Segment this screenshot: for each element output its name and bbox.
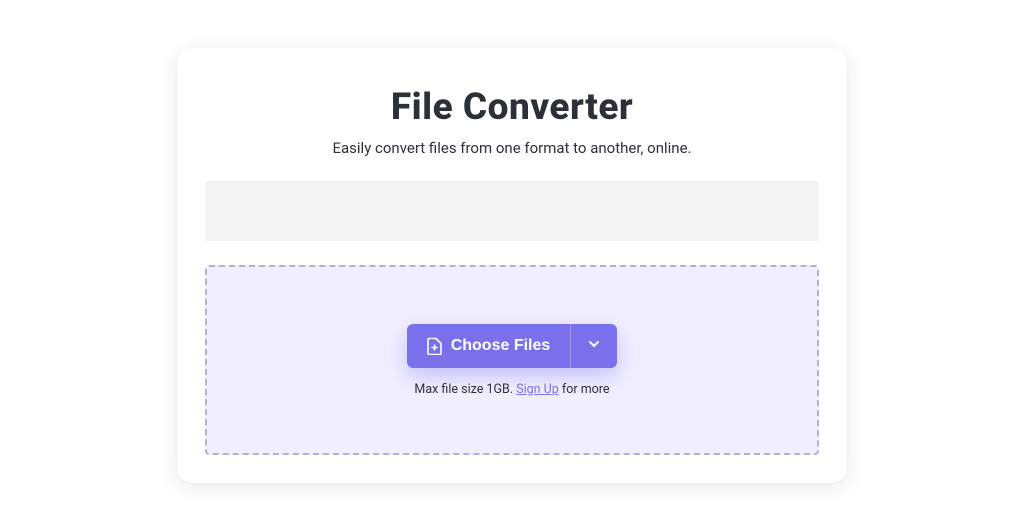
hint-prefix: Max file size 1GB. (414, 382, 516, 397)
choose-files-button[interactable]: Choose Files (407, 324, 572, 368)
choose-files-dropdown-button[interactable] (571, 324, 617, 368)
page-title: File Converter (391, 86, 633, 129)
page-subtitle: Easily convert files from one format to … (332, 139, 691, 157)
ad-placeholder-bar (205, 181, 819, 241)
converter-card: File Converter Easily convert files from… (177, 48, 847, 483)
choose-files-label: Choose Files (451, 337, 551, 355)
choose-files-button-group: Choose Files (407, 324, 618, 368)
hint-suffix: for more (559, 382, 610, 397)
file-add-icon (427, 337, 443, 355)
file-size-hint: Max file size 1GB. Sign Up for more (414, 382, 609, 397)
sign-up-link[interactable]: Sign Up (516, 382, 559, 397)
chevron-down-icon (587, 337, 601, 354)
file-dropzone[interactable]: Choose Files Max file size 1GB. Sign Up … (205, 265, 819, 455)
